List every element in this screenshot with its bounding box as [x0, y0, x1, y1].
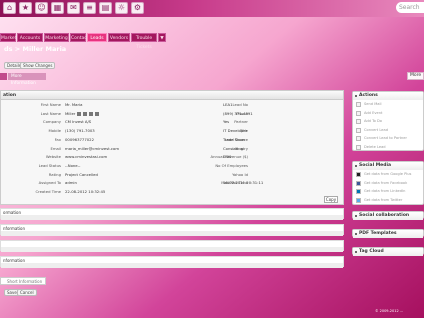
tab-contacts[interactable]: Contacts: [70, 33, 91, 42]
actions-panel: Actions Send Mail Add Event Add To Do Conve…: [352, 91, 424, 151]
field-row: Created Time 22-08-2012 10:32:45: [1, 189, 343, 195]
action-icon: [356, 127, 361, 133]
section-block[interactable]: nformation: [0, 224, 344, 236]
pdf-templates-title: PDF Templates: [353, 230, 423, 238]
social-media-title: Social Media: [353, 162, 423, 170]
actions-title: Actions: [353, 92, 423, 100]
calendar-icon[interactable]: ▦: [51, 2, 64, 14]
sidebar-action-label: Convert Lead to Partner: [364, 136, 407, 140]
field-row: Lead Source Trade Show: [1, 137, 343, 143]
tab-summary[interactable]: [0, 73, 7, 80]
social-media-panel: Social Media Get data from Google Plus Ge…: [352, 161, 424, 205]
tab-vendors[interactable]: Vendors: [108, 33, 130, 42]
sidebar-action-item[interactable]: Send Mail: [353, 100, 423, 109]
field-label: Created Time: [35, 189, 61, 194]
action-icon: [356, 136, 361, 141]
tab-trouble-tickets[interactable]: Trouble Tickets: [131, 33, 157, 50]
field-label: Yahoo Id: [232, 171, 248, 177]
bookmark-icon[interactable]: ★: [19, 2, 32, 14]
section-block[interactable]: nformation: [0, 256, 344, 268]
sidebar-action-label: Get data from Facebook: [364, 180, 408, 185]
search-input[interactable]: Search: [396, 2, 424, 13]
field-row: Partner Yes: [1, 119, 343, 125]
action-icon: [356, 180, 361, 186]
sidebar-action-label: Convert Lead: [364, 127, 388, 132]
copy-button[interactable]: Copy: [324, 196, 338, 203]
sidebar-action-label: Delete Lead: [364, 144, 386, 149]
action-icon: [356, 197, 361, 203]
short-information-tab[interactable]: Short Information: [0, 277, 46, 285]
section-block[interactable]: ormation: [0, 208, 344, 220]
field-row: Lead No LEA1: [1, 102, 343, 108]
field-row: Modified Time 16-07-2011 20:31:11: [1, 180, 343, 186]
action-icon: [356, 110, 361, 116]
section-block[interactable]: [0, 240, 344, 252]
tab-market[interactable]: Market: [0, 33, 16, 42]
list-icon[interactable]: ≡: [83, 2, 96, 14]
field-value[interactable]: IT Developer: [223, 128, 247, 134]
tab-marketing[interactable]: Marketing: [44, 33, 69, 42]
field-value[interactable]: Trade Show: [223, 137, 245, 143]
field-row: Annual Revenue ($) 0.00: [1, 154, 343, 160]
action-icon: [356, 189, 361, 194]
sidebar-action-item[interactable]: Get data from Twitter: [353, 196, 423, 205]
sidebar-action-item[interactable]: Add To Do: [353, 117, 423, 126]
action-icon: [356, 102, 361, 107]
chart-icon[interactable]: ▤: [99, 2, 112, 14]
sidebar-action-item[interactable]: Convert Lead to Partner: [353, 134, 423, 143]
field-value[interactable]: Yes: [223, 119, 229, 125]
more-button[interactable]: More: [407, 72, 424, 80]
sidebar-action-label: Get data from LinkedIn: [364, 189, 406, 193]
cancel-button[interactable]: Cancel: [17, 289, 37, 296]
field-value[interactable]: (899) 371-4391: [223, 111, 253, 117]
lightbulb-icon[interactable]: ☼: [115, 2, 128, 14]
sidebar-action-item[interactable]: Add Event: [353, 109, 423, 118]
sidebar-action-item[interactable]: Delete Lead: [353, 143, 423, 152]
sidebar-action-label: Send Mail: [364, 102, 382, 106]
footer-text: © 2009-2012 ...: [375, 309, 404, 313]
tab-leads[interactable]: Leads: [87, 33, 107, 42]
tab-more[interactable]: ▼: [158, 33, 166, 42]
home-icon[interactable]: ⌂: [3, 2, 16, 14]
sidebar-action-item[interactable]: Convert Lead: [353, 126, 423, 135]
page-title: ds > Miller Maria: [4, 45, 67, 53]
tab-more-information[interactable]: More Information: [8, 73, 46, 86]
social-collab-title: Social collaboration: [353, 212, 423, 220]
action-icon: [356, 119, 361, 124]
sidebar-action-label: Get data from Google Plus: [364, 172, 412, 176]
field-value[interactable]: 0.00: [223, 154, 231, 160]
pdf-templates-panel[interactable]: PDF Templates: [352, 229, 424, 238]
tag-cloud-panel[interactable]: Tag Cloud: [352, 247, 424, 256]
field-row: Title IT Developer: [1, 128, 343, 134]
field-value[interactable]: 22-08-2012 10:32:45: [65, 189, 105, 195]
sidebar-action-item[interactable]: Get data from Google Plus: [353, 170, 423, 179]
user-icon[interactable]: ☺: [35, 2, 48, 14]
top-toolbar: ⌂ ★ ☺ ▦ ✉ ≡ ▤ ☼ ⚙ Search: [0, 0, 424, 17]
sidebar-action-label: Add To Do: [364, 119, 382, 123]
field-row: Phone (899) 371-4391: [1, 111, 343, 117]
section-heading: ation: [1, 91, 343, 100]
gear-icon[interactable]: ⚙: [131, 2, 144, 14]
field-label: No Of Employees: [215, 162, 248, 168]
field-value[interactable]: 16-07-2011 20:31:11: [223, 180, 263, 186]
action-icon: [356, 144, 361, 150]
field-row: No Of Employees: [1, 163, 343, 169]
mail-icon[interactable]: ✉: [67, 2, 80, 14]
tag-cloud-title: Tag Cloud: [353, 248, 423, 256]
action-icon: [356, 172, 361, 177]
module-tabs: Market Accounts Marketing Contacts Leads…: [0, 33, 424, 50]
field-row: Yahoo Id: [1, 172, 343, 178]
sidebar-action-label: Get data from Twitter: [364, 197, 403, 202]
field-row: Industry Consulting: [1, 146, 343, 152]
social-collab-panel[interactable]: Social collaboration: [352, 211, 424, 220]
sidebar-action-item[interactable]: Get data from LinkedIn: [353, 187, 423, 196]
tab-accounts[interactable]: Accounts: [17, 33, 43, 42]
sidebar-action-item[interactable]: Get data from Facebook: [353, 179, 423, 188]
field-value[interactable]: LEA1: [223, 102, 233, 108]
lead-detail-panel: ation First Name Mr. Maria Last Name Miller…: [0, 90, 344, 205]
sidebar-action-label: Add Event: [364, 110, 383, 115]
field-value[interactable]: Consulting: [223, 146, 243, 152]
show-changes-button[interactable]: Show Changes: [20, 62, 56, 69]
